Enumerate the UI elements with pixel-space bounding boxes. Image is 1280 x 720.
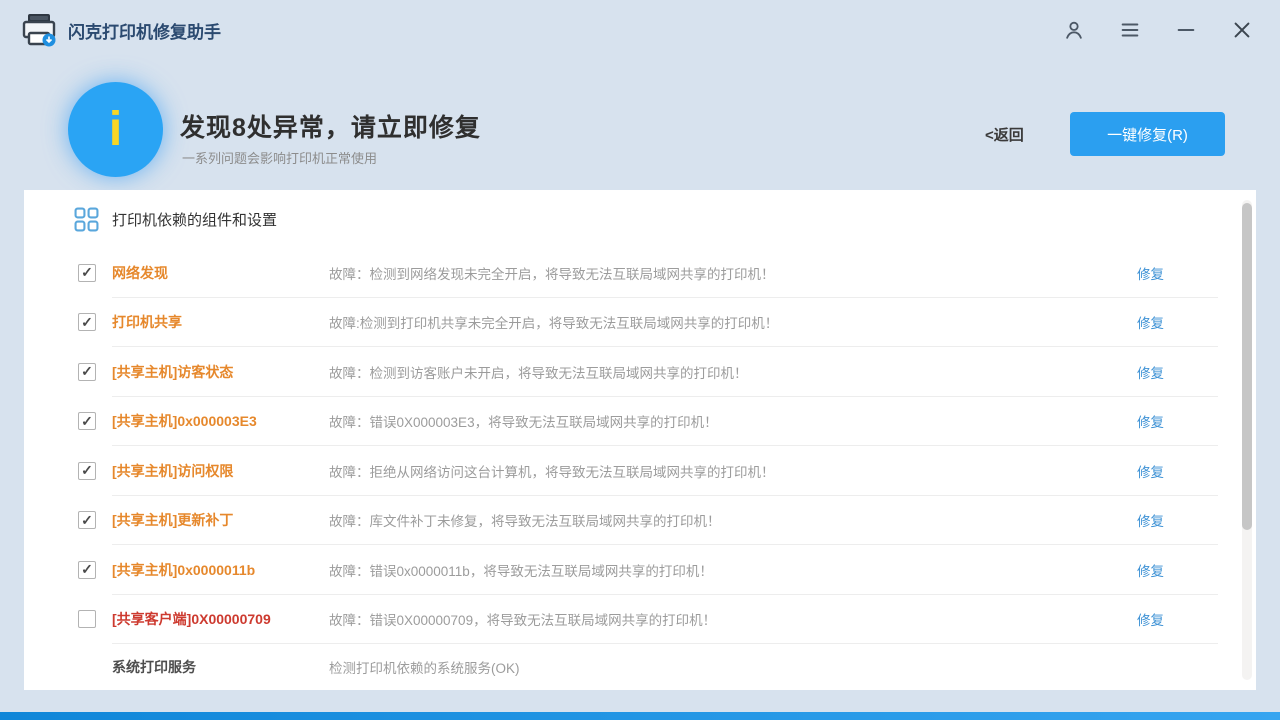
issue-checkbox[interactable] bbox=[78, 363, 96, 381]
issue-row: 系统打印服务 检测打印机依赖的系统服务(OK) bbox=[24, 644, 1256, 690]
issue-checkbox[interactable] bbox=[78, 511, 96, 529]
issue-label: [共享客户端]0X00000709 bbox=[112, 609, 329, 629]
scan-result-subtitle: 一系列问题会影响打印机正常使用 bbox=[182, 148, 377, 167]
minimize-icon[interactable] bbox=[1174, 18, 1198, 42]
issue-description: 故障:检测到打印机共享未完全开启，将导致无法互联局域网共享的打印机！ bbox=[329, 312, 1137, 332]
issue-checkbox[interactable] bbox=[78, 412, 96, 430]
user-icon[interactable] bbox=[1062, 18, 1086, 42]
issue-description: 故障：错误0X000003E3，将导致无法互联局域网共享的打印机！ bbox=[329, 411, 1137, 431]
issue-label: [共享主机]更新补丁 bbox=[112, 510, 329, 530]
issue-description: 故障：拒绝从网络访问这台计算机，将导致无法互联局域网共享的打印机！ bbox=[329, 461, 1137, 481]
issue-description: 故障：错误0x0000011b，将导致无法互联局域网共享的打印机！ bbox=[329, 560, 1137, 580]
fix-link[interactable]: 修复 bbox=[1137, 609, 1164, 629]
issue-checkbox[interactable] bbox=[78, 462, 96, 480]
info-icon: i bbox=[68, 82, 163, 177]
section-title: 打印机依赖的组件和设置 bbox=[112, 209, 277, 230]
grid-icon bbox=[74, 207, 99, 232]
fix-link[interactable]: 修复 bbox=[1137, 263, 1164, 283]
fix-link[interactable]: 修复 bbox=[1137, 510, 1164, 530]
app-title: 闪克打印机修复助手 bbox=[68, 18, 221, 43]
issue-checkbox[interactable] bbox=[78, 561, 96, 579]
title-bar: 闪克打印机修复助手 bbox=[0, 0, 1280, 60]
issue-label: 系统打印服务 bbox=[112, 657, 329, 677]
printer-app-icon bbox=[20, 12, 58, 48]
bottom-progress-bar bbox=[0, 712, 1280, 720]
fix-link[interactable]: 修复 bbox=[1137, 560, 1164, 580]
issues-panel: 打印机依赖的组件和设置 网络发现 故障：检测到网络发现未完全开启，将导致无法互联… bbox=[24, 190, 1256, 690]
scan-result-title: 发现8处异常，请立即修复 bbox=[180, 108, 481, 144]
issue-checkbox[interactable] bbox=[78, 313, 96, 331]
issue-label: 打印机共享 bbox=[112, 312, 329, 332]
issue-label: [共享主机]访问权限 bbox=[112, 461, 329, 481]
window-controls bbox=[1062, 18, 1254, 42]
issue-row: 网络发现 故障：检测到网络发现未完全开启，将导致无法互联局域网共享的打印机！ 修… bbox=[24, 248, 1256, 298]
back-link[interactable]: <返回 bbox=[985, 124, 1024, 145]
issue-list: 网络发现 故障：检测到网络发现未完全开启，将导致无法互联局域网共享的打印机！ 修… bbox=[24, 248, 1256, 690]
issue-checkbox[interactable] bbox=[78, 610, 96, 628]
section-header: 打印机依赖的组件和设置 bbox=[24, 190, 1256, 248]
fix-link[interactable]: 修复 bbox=[1137, 411, 1164, 431]
issue-row: 打印机共享 故障:检测到打印机共享未完全开启，将导致无法互联局域网共享的打印机！… bbox=[24, 298, 1256, 348]
issue-description: 故障：错误0X00000709，将导致无法互联局域网共享的打印机！ bbox=[329, 609, 1137, 629]
menu-icon[interactable] bbox=[1118, 18, 1142, 42]
issue-row: [共享主机]访客状态 故障：检测到访客账户未开启，将导致无法互联局域网共享的打印… bbox=[24, 347, 1256, 397]
fix-link[interactable]: 修复 bbox=[1137, 461, 1164, 481]
repair-all-button[interactable]: 一键修复(R) bbox=[1070, 112, 1225, 156]
scrollbar-thumb[interactable] bbox=[1242, 203, 1252, 530]
issue-description: 故障：检测到网络发现未完全开启，将导致无法互联局域网共享的打印机！ bbox=[329, 263, 1137, 283]
issue-row: [共享主机]0x0000011b 故障：错误0x0000011b，将导致无法互联… bbox=[24, 545, 1256, 595]
close-icon[interactable] bbox=[1230, 18, 1254, 42]
issue-label: [共享主机]访客状态 bbox=[112, 362, 329, 382]
issue-label: [共享主机]0x000003E3 bbox=[112, 411, 329, 431]
issue-row: [共享主机]0x000003E3 故障：错误0X000003E3，将导致无法互联… bbox=[24, 397, 1256, 447]
issue-description: 故障：库文件补丁未修复，将导致无法互联局域网共享的打印机！ bbox=[329, 510, 1137, 530]
fix-link[interactable]: 修复 bbox=[1137, 312, 1164, 332]
fix-link[interactable]: 修复 bbox=[1137, 362, 1164, 382]
issue-row: [共享主机]访问权限 故障：拒绝从网络访问这台计算机，将导致无法互联局域网共享的… bbox=[24, 446, 1256, 496]
issue-description: 检测打印机依赖的系统服务(OK) bbox=[329, 657, 1164, 677]
issue-description: 故障：检测到访客账户未开启，将导致无法互联局域网共享的打印机！ bbox=[329, 362, 1137, 382]
issue-row: [共享主机]更新补丁 故障：库文件补丁未修复，将导致无法互联局域网共享的打印机！… bbox=[24, 496, 1256, 546]
issue-label: 网络发现 bbox=[112, 263, 329, 283]
issue-row: [共享客户端]0X00000709 故障：错误0X00000709，将导致无法互… bbox=[24, 595, 1256, 645]
issue-label: [共享主机]0x0000011b bbox=[112, 560, 329, 580]
issue-checkbox[interactable] bbox=[78, 264, 96, 282]
